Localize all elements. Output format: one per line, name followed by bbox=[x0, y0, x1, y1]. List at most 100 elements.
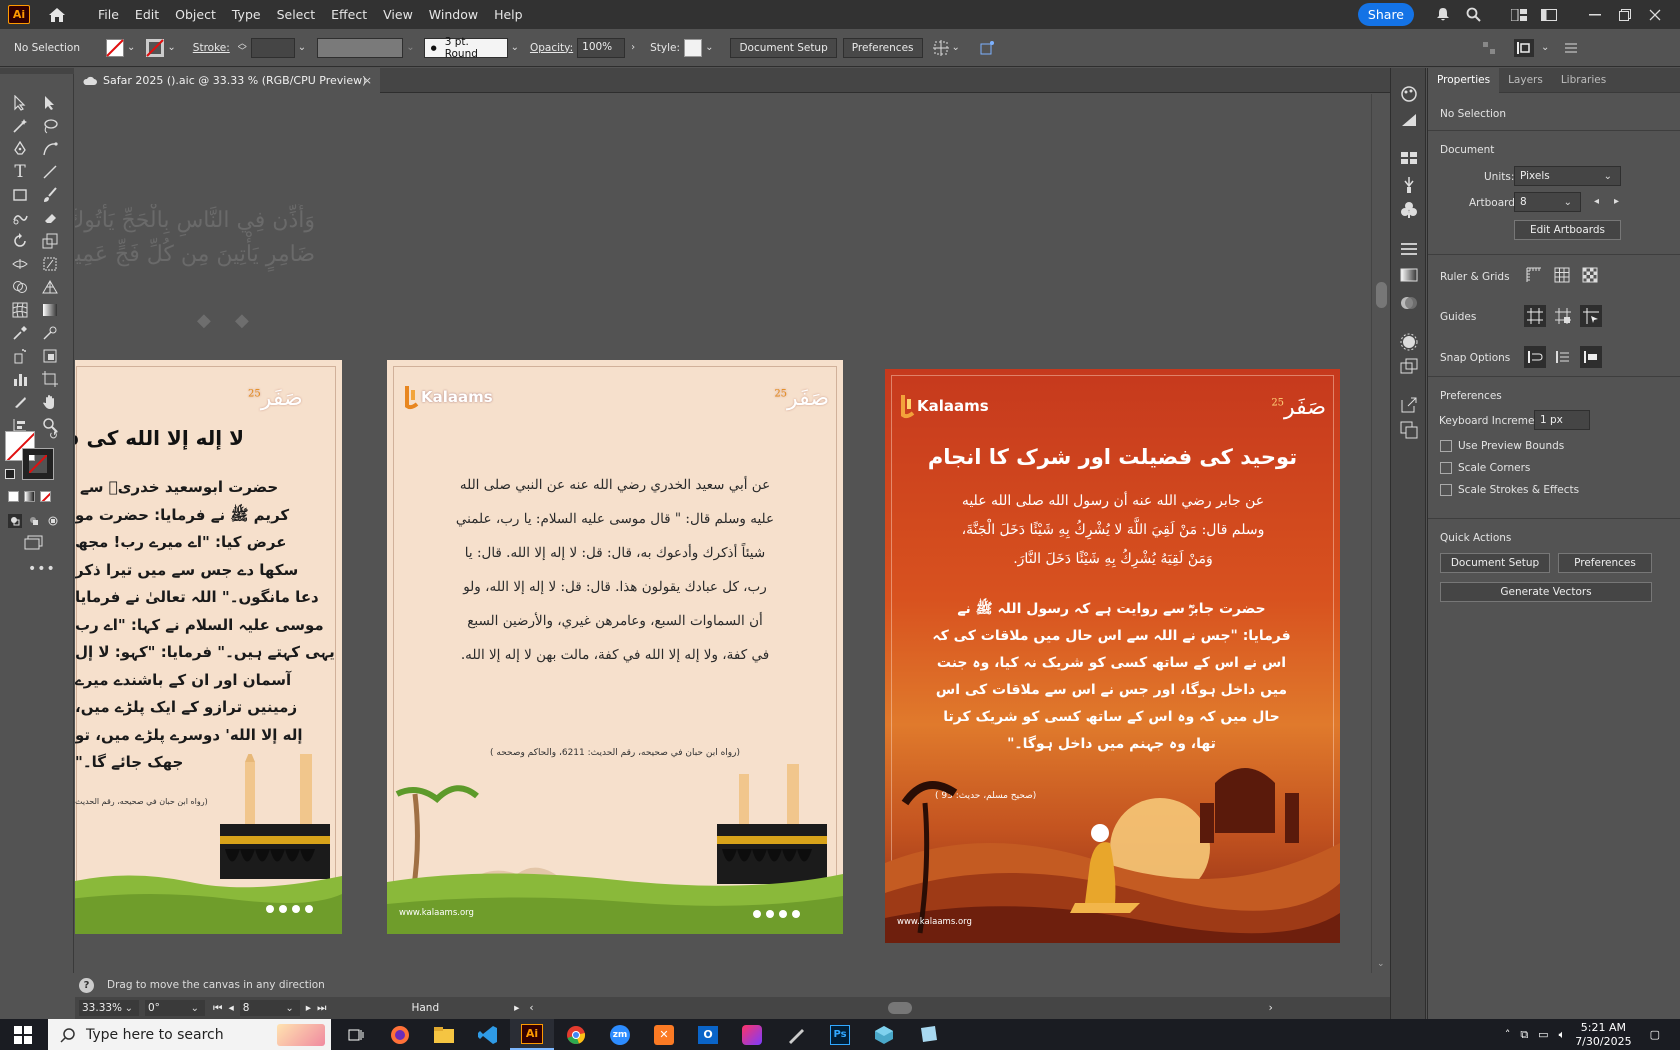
shaper-tool-icon[interactable] bbox=[9, 207, 31, 229]
line-segment-tool-icon[interactable] bbox=[39, 161, 61, 183]
zoom-field[interactable]: 33.33% ⌄ bbox=[79, 1000, 139, 1016]
file-explorer-icon[interactable] bbox=[422, 1019, 466, 1050]
gradient-panel-icon[interactable] bbox=[1400, 268, 1418, 285]
style-dropdown-icon[interactable]: ⌄ bbox=[705, 42, 713, 53]
width-tool-icon[interactable] bbox=[9, 253, 31, 275]
panel-toggle-dropdown-icon[interactable]: ⌄ bbox=[1541, 42, 1549, 53]
paintbrush-tool-icon[interactable] bbox=[39, 184, 61, 206]
zoom-app-icon[interactable]: zm bbox=[598, 1019, 642, 1050]
brush-definition[interactable]: ● 3 pt. Round bbox=[423, 36, 508, 60]
profile-dropdown-icon[interactable]: ⌄ bbox=[406, 42, 414, 53]
rectangle-tool-icon[interactable] bbox=[9, 184, 31, 206]
align-icon[interactable] bbox=[932, 39, 949, 56]
search-icon[interactable] bbox=[1462, 4, 1484, 26]
stroke-panel-icon[interactable] bbox=[1400, 242, 1418, 259]
next-artboard-icon[interactable]: ▸ bbox=[306, 1002, 311, 1014]
firefox-icon[interactable] bbox=[378, 1019, 422, 1050]
brush-dropdown-icon[interactable]: ⌄ bbox=[511, 42, 519, 53]
show-guides-icon[interactable] bbox=[1524, 305, 1546, 327]
fill-dropdown-icon[interactable]: ⌄ bbox=[127, 42, 135, 53]
transparency-icon[interactable] bbox=[1400, 294, 1418, 315]
stroke-stepper-icon[interactable]: ︿ ﹀ bbox=[238, 39, 247, 56]
scroll-down-icon[interactable]: ⌄ bbox=[1377, 959, 1385, 969]
notifications-icon[interactable]: ▢ bbox=[1650, 1028, 1660, 1041]
more-options-icon[interactable] bbox=[1565, 42, 1577, 54]
units-select[interactable]: Pixels ⌄ bbox=[1514, 166, 1621, 186]
horizontal-scrollbar[interactable] bbox=[540, 1002, 1265, 1014]
eraser-tool-icon[interactable] bbox=[39, 207, 61, 229]
next-artboard-icon[interactable]: ▸ bbox=[1614, 196, 1619, 207]
xampp-icon[interactable]: ✕ bbox=[642, 1019, 686, 1050]
artboard-number-field[interactable]: 8 ⌄ bbox=[239, 1000, 300, 1016]
opacity-field[interactable]: 100% bbox=[577, 37, 626, 58]
stroke-dropdown-icon[interactable]: ⌄ bbox=[167, 42, 175, 53]
menu-help[interactable]: Help bbox=[486, 0, 531, 29]
lock-guides-icon[interactable] bbox=[1552, 305, 1574, 327]
rotation-field[interactable]: 0° ⌄ bbox=[145, 1000, 205, 1016]
outlook-icon[interactable]: O bbox=[686, 1019, 730, 1050]
notes-app-icon[interactable] bbox=[906, 1019, 950, 1050]
chrome-icon[interactable] bbox=[554, 1019, 598, 1050]
perspective-grid-tool-icon[interactable] bbox=[39, 276, 61, 298]
variable-width-profile[interactable] bbox=[317, 37, 404, 58]
minimize-icon[interactable] bbox=[1584, 4, 1606, 26]
gradient-mode-icon[interactable] bbox=[24, 491, 35, 502]
curvature-tool-icon[interactable] bbox=[39, 138, 61, 160]
vscode-icon[interactable] bbox=[466, 1019, 510, 1050]
opacity-arrow-icon[interactable]: › bbox=[631, 42, 635, 53]
scale-tool-icon[interactable] bbox=[39, 230, 61, 252]
tab-layers[interactable]: Layers bbox=[1499, 68, 1552, 93]
selection-tool-icon[interactable] bbox=[9, 92, 31, 114]
export-icon[interactable] bbox=[1400, 396, 1418, 417]
artboard-3[interactable]: Kalaams صَفَر25 توحید کی فضیلت اور شرک ک… bbox=[885, 369, 1340, 943]
menu-window[interactable]: Window bbox=[421, 0, 486, 29]
swap-colors-icon[interactable]: ↺ bbox=[49, 429, 58, 442]
generate-vectors-button[interactable]: Generate Vectors bbox=[1440, 582, 1652, 602]
horizontal-scroll-thumb[interactable] bbox=[887, 1002, 912, 1014]
help-icon[interactable]: ? bbox=[79, 977, 94, 993]
status-menu-icon[interactable]: ▸ bbox=[514, 1002, 519, 1014]
edit-artboards-button[interactable]: Edit Artboards bbox=[1514, 220, 1621, 240]
menu-type[interactable]: Type bbox=[224, 0, 269, 29]
keyboard-increment-field[interactable]: 1 px bbox=[1534, 410, 1590, 430]
document-setup-panel-button[interactable]: Document Setup bbox=[1440, 553, 1550, 573]
preferences-button[interactable]: Preferences bbox=[842, 37, 923, 58]
close-tab-icon[interactable]: × bbox=[363, 74, 372, 87]
close-window-icon[interactable] bbox=[1644, 4, 1666, 26]
column-graph-tool-icon[interactable] bbox=[9, 368, 31, 390]
clock[interactable]: 5:21 AM 7/30/2025 bbox=[1575, 1021, 1631, 1049]
snap-to-point-icon[interactable] bbox=[1524, 346, 1546, 368]
slice-tool-icon[interactable] bbox=[39, 345, 61, 367]
artboard-1[interactable]: صَفَر25 لا إله إلا الله کی ف حضرت ابوسعی… bbox=[75, 360, 342, 934]
pen-tool-icon[interactable] bbox=[9, 138, 31, 160]
rotate-tool-icon[interactable] bbox=[9, 230, 31, 252]
appearance-icon[interactable] bbox=[1400, 333, 1418, 354]
direct-selection-tool-icon[interactable] bbox=[39, 92, 61, 114]
last-artboard-icon[interactable]: ⏭ bbox=[317, 1002, 326, 1015]
menu-view[interactable]: View bbox=[375, 0, 421, 29]
magic-wand-tool-icon[interactable] bbox=[9, 115, 31, 137]
illustrator-taskbar-icon[interactable]: Ai bbox=[510, 1019, 554, 1050]
align-dropdown-icon[interactable]: ⌄ bbox=[952, 42, 960, 53]
lasso-tool-icon[interactable] bbox=[39, 115, 61, 137]
measure-tool-icon[interactable] bbox=[39, 322, 61, 344]
color-guide-icon[interactable] bbox=[1400, 112, 1418, 131]
screen-mode-icon[interactable] bbox=[24, 535, 44, 554]
draw-inside-icon[interactable] bbox=[46, 514, 60, 528]
style-swatch[interactable] bbox=[684, 38, 703, 57]
restore-icon[interactable] bbox=[1614, 4, 1636, 26]
scale-corners-checkbox[interactable]: Scale Corners bbox=[1440, 462, 1530, 474]
use-preview-bounds-checkbox[interactable]: Use Preview Bounds bbox=[1440, 440, 1564, 452]
snap-to-pixel-icon[interactable] bbox=[1580, 346, 1602, 368]
gradient-tool-icon[interactable] bbox=[39, 299, 61, 321]
draw-normal-icon[interactable] bbox=[8, 514, 22, 528]
app-cube-icon[interactable] bbox=[862, 1019, 906, 1050]
menu-object[interactable]: Object bbox=[167, 0, 224, 29]
symbols-icon[interactable] bbox=[1400, 201, 1418, 222]
vertical-scroll-thumb[interactable] bbox=[1376, 282, 1387, 308]
artboard-2[interactable]: Kalaams صَفَر25 عن أبي سعيد الخدري رضي ا… bbox=[387, 360, 843, 934]
artboard-select[interactable]: 8 ⌄ bbox=[1514, 192, 1581, 212]
default-colors-icon[interactable] bbox=[5, 469, 15, 479]
tray-display-icon[interactable]: ⧉ bbox=[1520, 1028, 1528, 1042]
volume-icon[interactable]: 🔈︎ bbox=[1559, 1028, 1566, 1042]
